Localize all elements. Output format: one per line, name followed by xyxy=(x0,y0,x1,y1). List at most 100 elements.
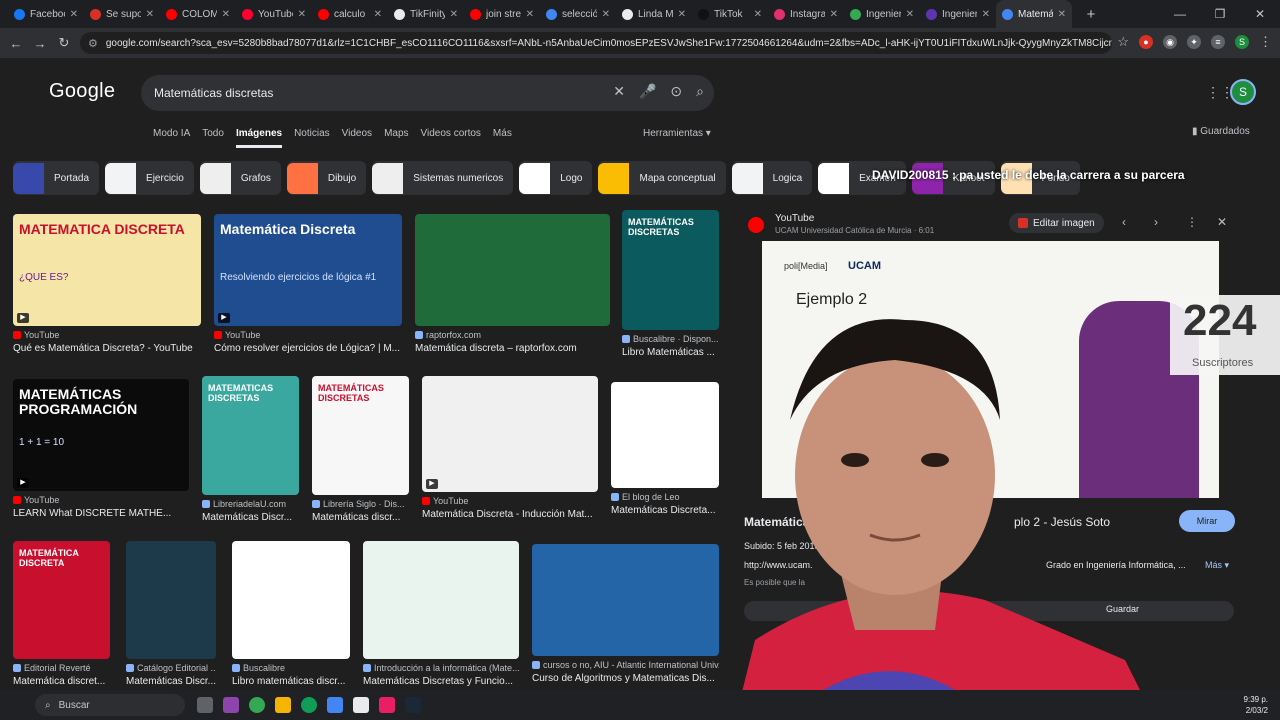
browser-tab[interactable]: selección ✕ xyxy=(540,0,616,28)
search-box[interactable]: Matemáticas discretas ✕ 🎤 ⊙ ⌕ xyxy=(141,75,714,111)
result-thumbnail[interactable]: MATEMATICAS DISCRETAS xyxy=(202,376,299,495)
filter-tab[interactable]: Modo IA xyxy=(153,128,190,148)
result-thumbnail[interactable]: MATEMÁTICAS DISCRETAS xyxy=(312,376,409,495)
refinement-chip[interactable]: Sistemas numericos xyxy=(372,161,514,195)
browser-tab[interactable]: join stream ✕ xyxy=(464,0,540,28)
image-result[interactable]: Catálogo Editorial ... Matemáticas Discr.… xyxy=(126,541,216,687)
microphone-icon[interactable]: 🎤 xyxy=(639,83,656,100)
profile-icon[interactable]: S xyxy=(1235,35,1249,49)
tab-close-icon[interactable]: ✕ xyxy=(602,9,610,20)
refinement-chip[interactable]: Ejercicio xyxy=(105,161,194,195)
search-input[interactable]: Matemáticas discretas xyxy=(154,86,273,100)
more-link[interactable]: Más ▾ xyxy=(1205,560,1229,571)
media-icon[interactable]: ≡ xyxy=(1211,35,1225,49)
image-result[interactable]: MATEMATICA DISCRETA ¿QUE ES? ▶ YouTube Qué e… xyxy=(13,214,201,354)
panel-source[interactable]: YouTube xyxy=(775,213,814,224)
browser-tab[interactable]: Linda M ✕ xyxy=(616,0,692,28)
image-result[interactable]: Introducción a la informática (Mate... Ma… xyxy=(363,541,519,687)
result-caption[interactable]: Matemática discret... xyxy=(13,676,110,687)
result-caption[interactable]: Matemáticas Discretas y Funcio... xyxy=(363,676,519,687)
menu-dots-icon[interactable]: ⋮ xyxy=(1259,34,1272,50)
result-caption[interactable]: LEARN What DISCRETE MATHE... xyxy=(13,508,189,519)
more-options-icon[interactable]: ⋮ xyxy=(1186,215,1198,229)
image-result[interactable]: Matemática Discreta Resolviendo ejercicio… xyxy=(214,214,402,354)
browser-tab[interactable]: Facebook ✕ xyxy=(8,0,84,28)
browser-tab[interactable]: COLOMBIA ✕ xyxy=(160,0,236,28)
maximize-button[interactable]: ❐ xyxy=(1200,7,1240,21)
result-thumbnail[interactable]: MATEMÁTICA DISCRETA xyxy=(13,541,110,659)
filter-tab[interactable]: Maps xyxy=(384,128,408,148)
extension-icon[interactable]: ◉ xyxy=(1163,35,1177,49)
result-thumbnail[interactable]: Matemática Discreta Resolviendo ejercicio… xyxy=(214,214,402,326)
result-thumbnail[interactable]: MATEMATICA DISCRETA ¿QUE ES? ▶ xyxy=(13,214,201,326)
tab-close-icon[interactable]: ✕ xyxy=(146,9,154,20)
copilot-icon[interactable] xyxy=(223,697,239,713)
image-result[interactable]: MATEMATICAS DISCRETAS LibreriadelaU.com Ma… xyxy=(202,376,299,523)
filter-tab[interactable]: Más xyxy=(493,128,512,148)
browser-tab[interactable]: Ingeniería ✕ xyxy=(844,0,920,28)
tab-close-icon[interactable]: ✕ xyxy=(830,9,838,20)
address-bar[interactable]: ⚙ google.com/search?sca_esv=5280b8bad780… xyxy=(80,32,1112,54)
task-view-icon[interactable] xyxy=(197,697,213,713)
tab-close-icon[interactable]: ✕ xyxy=(1058,9,1066,20)
result-caption[interactable]: Cómo resolver ejercicios de Lógica? | M.… xyxy=(214,343,402,354)
prev-result-icon[interactable]: ‹ xyxy=(1122,215,1126,229)
saved-button[interactable]: ▮ Guardados xyxy=(1192,126,1250,137)
app-icon[interactable] xyxy=(353,697,369,713)
image-result[interactable]: Buscalibre Libro matemáticas discr... xyxy=(232,541,350,687)
result-caption[interactable]: Matemáticas discr... xyxy=(312,512,409,523)
close-window-button[interactable]: ✕ xyxy=(1240,7,1280,21)
lens-camera-icon[interactable]: ⊙ xyxy=(670,83,682,100)
filter-tab[interactable]: Videos cortos xyxy=(421,128,481,148)
tiktok-icon[interactable] xyxy=(379,697,395,713)
edit-image-button[interactable]: Editar imagen xyxy=(1009,213,1104,233)
refinement-chip[interactable]: Logo xyxy=(519,161,593,195)
browser-tab[interactable]: Ingeniería ✕ xyxy=(920,0,996,28)
refinement-chip[interactable]: Portada xyxy=(13,161,100,195)
tab-close-icon[interactable]: ✕ xyxy=(222,9,230,20)
site-info-icon[interactable]: ⚙ xyxy=(88,37,98,50)
result-thumbnail[interactable] xyxy=(363,541,519,659)
search-icon[interactable]: ⌕ xyxy=(696,83,704,100)
refinement-chip[interactable]: Grafos xyxy=(199,161,281,195)
browser-tab[interactable]: TikTok ✕ xyxy=(692,0,768,28)
browser-tab[interactable]: Matemáticas ✕ xyxy=(996,0,1072,28)
result-thumbnail[interactable]: MATEMÁTICAS PROGRAMACIÓN 1 + 1 = 10 ▶ xyxy=(13,379,189,491)
filter-tab[interactable]: Noticias xyxy=(294,128,330,148)
reload-button[interactable]: ↻ xyxy=(52,35,76,51)
browser-tab[interactable]: Se supo ✕ xyxy=(84,0,160,28)
tab-close-icon[interactable]: ✕ xyxy=(982,9,990,20)
refinement-chip[interactable]: Mapa conceptual xyxy=(598,161,726,195)
tab-close-icon[interactable]: ✕ xyxy=(906,9,914,20)
puzzle-icon[interactable]: ✦ xyxy=(1187,35,1201,49)
extension-icon[interactable]: ● xyxy=(1139,35,1153,49)
next-result-icon[interactable]: › xyxy=(1154,215,1158,229)
refinement-chip[interactable]: Logica xyxy=(731,161,813,195)
forward-button[interactable]: → xyxy=(28,36,52,51)
avatar[interactable]: S xyxy=(1230,79,1256,105)
minimize-button[interactable]: — xyxy=(1160,7,1200,21)
taskbar-search[interactable]: ⌕ Buscar xyxy=(35,694,185,716)
edge-icon[interactable] xyxy=(301,697,317,713)
tab-close-icon[interactable]: ✕ xyxy=(754,9,762,20)
tab-close-icon[interactable]: ✕ xyxy=(526,9,534,20)
browser-tab[interactable]: YouTube ✕ xyxy=(236,0,312,28)
tab-close-icon[interactable]: ✕ xyxy=(374,9,382,20)
steam-icon[interactable] xyxy=(405,697,421,713)
refinement-chip[interactable]: Dibujo xyxy=(286,161,367,195)
google-logo[interactable]: Google xyxy=(49,80,115,103)
browser-tab[interactable]: TikFinity ✕ xyxy=(388,0,464,28)
tools-button[interactable]: Herramientas ▾ xyxy=(643,128,711,139)
store-icon[interactable] xyxy=(327,697,343,713)
tab-close-icon[interactable]: ✕ xyxy=(70,9,78,20)
image-result[interactable]: MATEMÁTICA DISCRETA Editorial Reverté Mate… xyxy=(13,541,110,687)
filter-tab[interactable]: Todo xyxy=(202,128,224,148)
back-button[interactable]: ← xyxy=(4,36,28,51)
filter-tab[interactable]: Imágenes xyxy=(235,128,283,148)
result-caption[interactable]: Matemáticas Discr... xyxy=(202,512,299,523)
open-video-button[interactable]: Mirar xyxy=(1179,510,1235,532)
tab-close-icon[interactable]: ✕ xyxy=(678,9,686,20)
new-tab-button[interactable]: + xyxy=(1080,6,1102,23)
chrome-icon[interactable] xyxy=(249,697,265,713)
result-thumbnail[interactable] xyxy=(126,541,216,659)
